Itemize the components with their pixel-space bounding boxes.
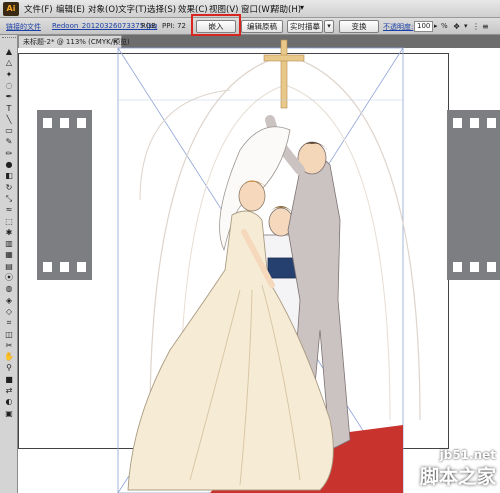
arch-line [139, 89, 231, 201]
cross [263, 54, 305, 62]
cross [280, 39, 288, 109]
placed-wedding-illustration[interactable] [0, 0, 500, 493]
bride-face [238, 180, 266, 212]
watermark-url: jb51.net [439, 448, 496, 462]
watermark: jb51.net 脚本之家 [420, 448, 496, 489]
watermark-name: 脚本之家 [419, 466, 496, 488]
